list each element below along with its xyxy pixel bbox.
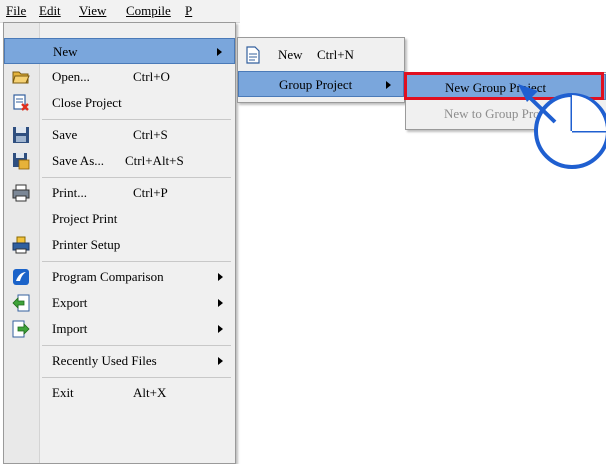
submenu-arrow-icon — [217, 48, 222, 56]
submenu-arrow-icon — [218, 325, 223, 333]
menu-compile[interactable]: Compile — [124, 3, 173, 19]
menu-item-label: New — [53, 44, 78, 59]
menu-item-exit[interactable]: Exit Alt+X — [4, 380, 235, 406]
menu-item-shortcut: Ctrl+N — [317, 47, 354, 62]
save-as-icon — [13, 153, 30, 170]
menu-item-project-print[interactable]: Project Print — [4, 206, 235, 232]
menu-item-shortcut: Ctrl+O — [133, 69, 170, 84]
menu-separator — [42, 177, 231, 178]
new-file-icon — [246, 46, 260, 64]
menu-separator — [42, 261, 231, 262]
menu-separator — [42, 119, 231, 120]
menu-item-program-comparison[interactable]: Program Comparison — [4, 264, 235, 290]
menu-item-label: Project Print — [52, 211, 118, 226]
menu-view[interactable]: View — [77, 3, 108, 19]
menu-item-label: Print... — [52, 185, 88, 200]
menu-separator — [42, 345, 231, 346]
submenu-arrow-icon — [218, 357, 223, 365]
menu-item-label: Program Comparison — [52, 269, 164, 284]
submenu-arrow-icon — [218, 273, 223, 281]
import-icon — [12, 320, 30, 338]
menu-item-save[interactable]: Save Ctrl+S — [4, 122, 235, 148]
menu-item-label: Exit — [52, 385, 74, 400]
menu-item-import[interactable]: Import — [4, 316, 235, 342]
menu-partial[interactable]: P — [183, 3, 194, 19]
menu-item-save-as[interactable]: Save As... Ctrl+Alt+S — [4, 148, 235, 174]
menu-item-shortcut: Alt+X — [133, 385, 167, 400]
menu-item-shortcut: Ctrl+P — [133, 185, 168, 200]
new-submenu: New Ctrl+N Group Project — [237, 37, 405, 103]
menu-item-label: Import — [52, 321, 88, 336]
menu-item-label: Save As... — [52, 153, 104, 168]
menu-item-label: Open... — [52, 69, 90, 84]
menu-item-shortcut: Ctrl+Alt+S — [125, 153, 184, 168]
menu-item-new[interactable]: New — [4, 38, 235, 64]
menu-item-label: Printer Setup — [52, 237, 121, 252]
program-comparison-icon — [13, 269, 29, 285]
open-folder-icon — [12, 71, 30, 84]
menu-item-shortcut: Ctrl+S — [133, 127, 168, 142]
menu-separator — [42, 377, 231, 378]
menu-item-label: Recently Used Files — [52, 353, 157, 368]
menu-item-recently-used-files[interactable]: Recently Used Files — [4, 348, 235, 374]
mouse-pointer-icon — [518, 84, 606, 169]
printer-setup-icon — [12, 236, 30, 254]
submenu-arrow-icon — [386, 81, 391, 89]
close-project-icon — [13, 94, 29, 111]
export-icon — [12, 294, 30, 312]
menu-item-open[interactable]: Open... Ctrl+O — [4, 64, 235, 90]
menu-file[interactable]: File — [4, 3, 28, 19]
menu-item-close-project[interactable]: Close Project — [4, 90, 235, 116]
menu-item-group-project[interactable]: Group Project — [238, 71, 404, 97]
menu-item-label: Group Project — [279, 77, 353, 92]
menu-item-label: New — [278, 47, 303, 62]
printer-icon — [12, 184, 30, 202]
menu-item-label: Export — [52, 295, 88, 310]
menu-bar: File Edit View Compile P — [0, 0, 240, 23]
menu-item-label: Close Project — [52, 95, 122, 110]
menu-item-printer-setup[interactable]: Printer Setup — [4, 232, 235, 258]
save-icon — [13, 127, 29, 143]
file-menu: New Open... Ctrl+O Close Project Save Ct… — [3, 22, 236, 464]
menu-item-print[interactable]: Print... Ctrl+P — [4, 180, 235, 206]
menu-item-new-project[interactable]: New Ctrl+N — [238, 42, 404, 68]
menu-edit[interactable]: Edit — [37, 3, 63, 19]
menu-item-export[interactable]: Export — [4, 290, 235, 316]
submenu-arrow-icon — [218, 299, 223, 307]
menu-item-label: Save — [52, 127, 78, 142]
